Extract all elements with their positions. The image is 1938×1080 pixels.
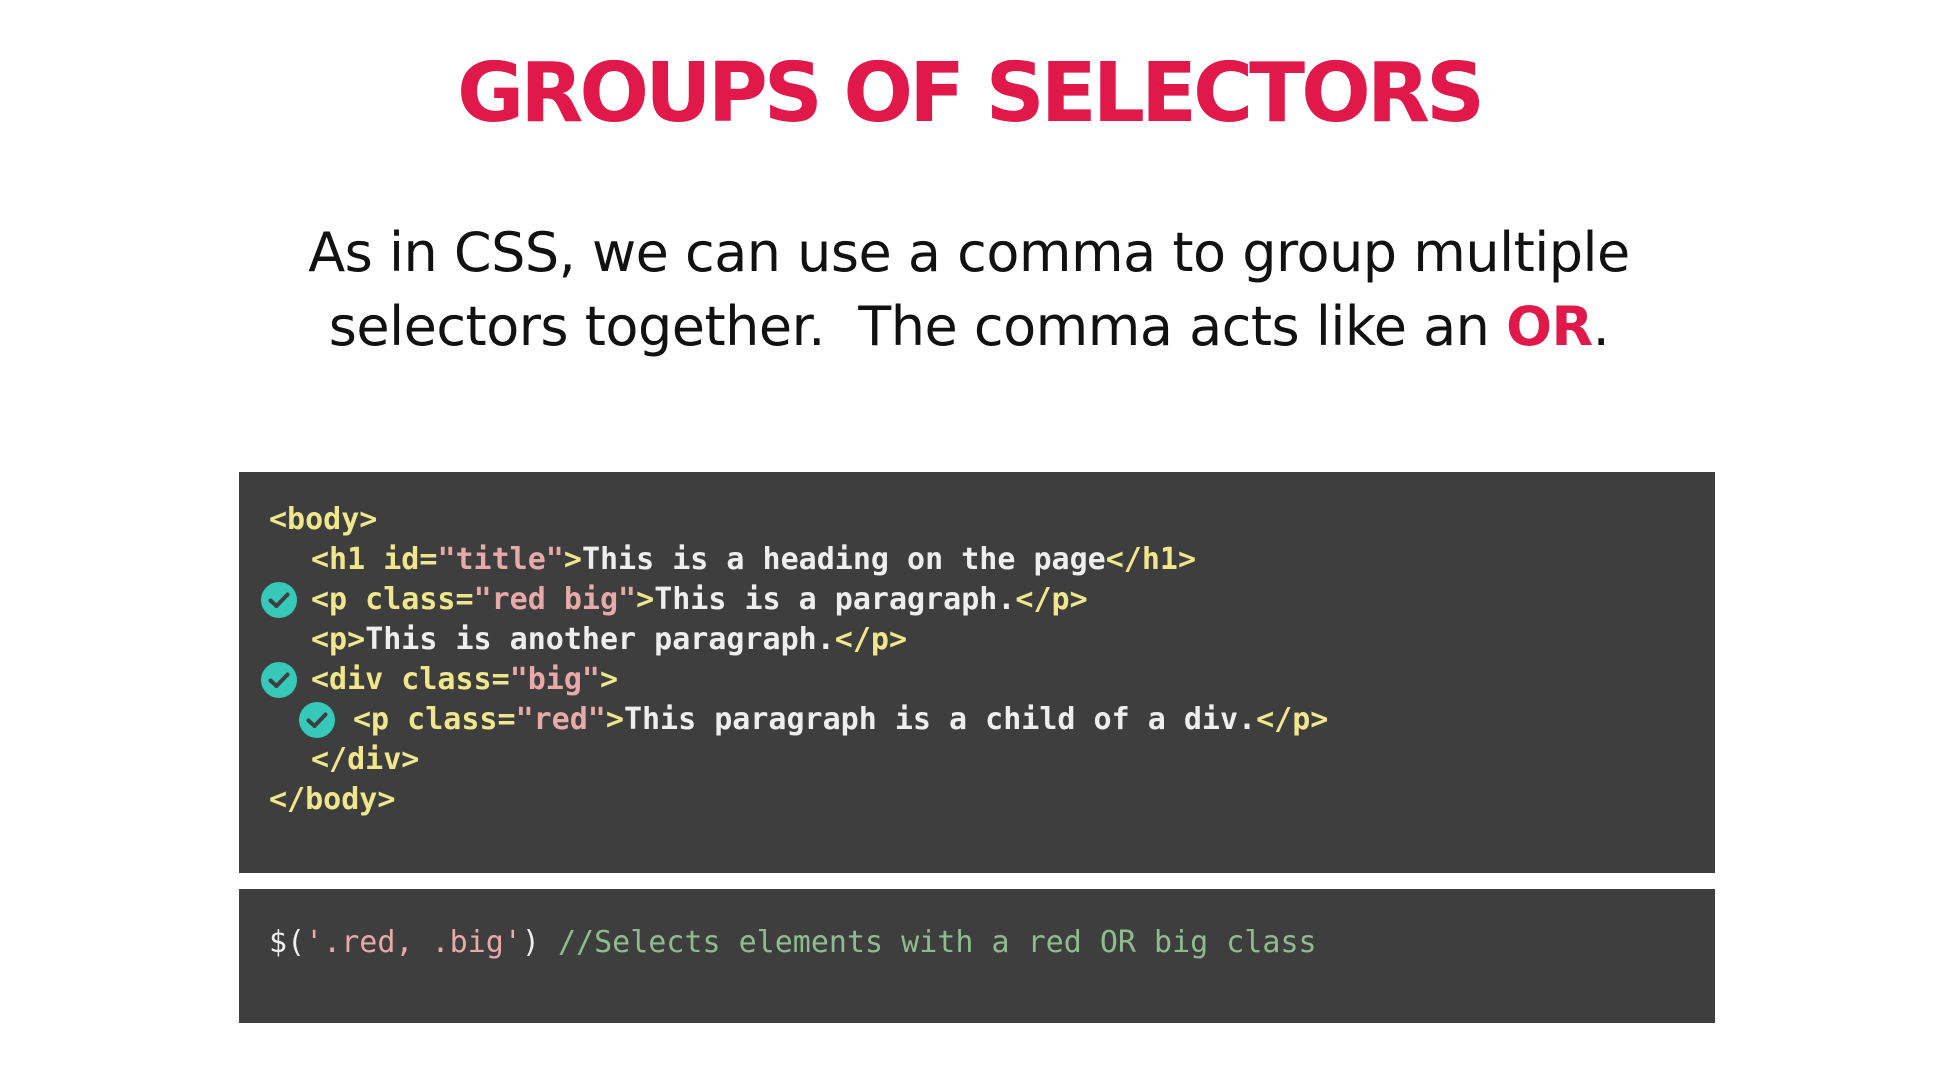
code-token: </p> <box>834 622 908 657</box>
code-token: <p <box>353 702 390 737</box>
code-comment: //Selects elements with a red OR big cla… <box>539 925 1317 960</box>
code-line-body-open: <body> <box>269 500 377 540</box>
html-code-block: <body> <h1 id="title">This is a heading … <box>239 472 1715 873</box>
code-token: > <box>636 582 655 617</box>
slide-subtitle: As in CSS, we can use a comma to group m… <box>0 216 1938 364</box>
jquery-code-block: $('.red, .big') //Selects elements with … <box>239 889 1715 1023</box>
check-circle-icon <box>299 702 335 738</box>
check-circle-icon <box>261 662 297 698</box>
code-token: "red" <box>515 702 606 737</box>
code-token: This is another paragraph. <box>365 622 835 657</box>
code-token: class= <box>347 582 474 617</box>
code-line-p-red: <p class="red">This paragraph is a child… <box>353 700 1328 740</box>
code-token: $( <box>269 925 306 960</box>
code-line-body-close: </body> <box>269 780 395 820</box>
slide-title: GROUPS OF SELECTORS <box>456 46 1485 141</box>
code-line-query: $('.red, .big') //Selects elements with … <box>269 923 1317 963</box>
code-token: "big" <box>509 662 600 697</box>
subtitle-line-2: selectors together. The comma acts like … <box>0 290 1938 364</box>
code-token: > <box>563 542 582 577</box>
subtitle-period: . <box>1592 295 1610 358</box>
code-token: </p> <box>1256 702 1329 737</box>
code-token: > <box>600 662 619 697</box>
check-circle-icon <box>261 582 297 618</box>
code-token: </h1> <box>1105 542 1197 577</box>
subtitle-or-emphasis: OR <box>1506 295 1593 358</box>
code-token: </div> <box>311 742 420 777</box>
code-token: > <box>605 702 624 737</box>
code-token: This is a heading on the page <box>581 542 1106 577</box>
code-token: <body> <box>269 502 378 537</box>
code-token: <p> <box>311 622 366 657</box>
code-token: '.red, .big' <box>305 925 522 960</box>
code-token: </p> <box>1015 582 1088 617</box>
code-token: This paragraph is a child of a div. <box>623 702 1257 737</box>
code-token: <h1 <box>311 542 366 577</box>
code-line-div-big: <div class="big"> <box>311 660 618 700</box>
code-token: This is a paragraph. <box>654 582 1016 617</box>
code-line-p-plain: <p>This is another paragraph.</p> <box>311 620 907 660</box>
code-token: <p <box>311 582 348 617</box>
code-token: class= <box>383 662 510 697</box>
subtitle-line-1: As in CSS, we can use a comma to group m… <box>308 221 1630 284</box>
code-token: id= <box>365 542 438 577</box>
code-token: class= <box>389 702 516 737</box>
code-line-h1: <h1 id="title">This is a heading on the … <box>311 540 1196 580</box>
code-line-p-red-big: <p class="red big">This is a paragraph.<… <box>311 580 1088 620</box>
code-token: </body> <box>269 782 396 817</box>
code-token: "red big" <box>473 582 637 617</box>
code-token: <div <box>311 662 384 697</box>
code-line-div-close: </div> <box>311 740 419 780</box>
subtitle-line-2-text: selectors together. The comma acts like … <box>328 295 1507 358</box>
code-token: "title" <box>437 542 564 577</box>
code-token: ) <box>521 925 540 960</box>
